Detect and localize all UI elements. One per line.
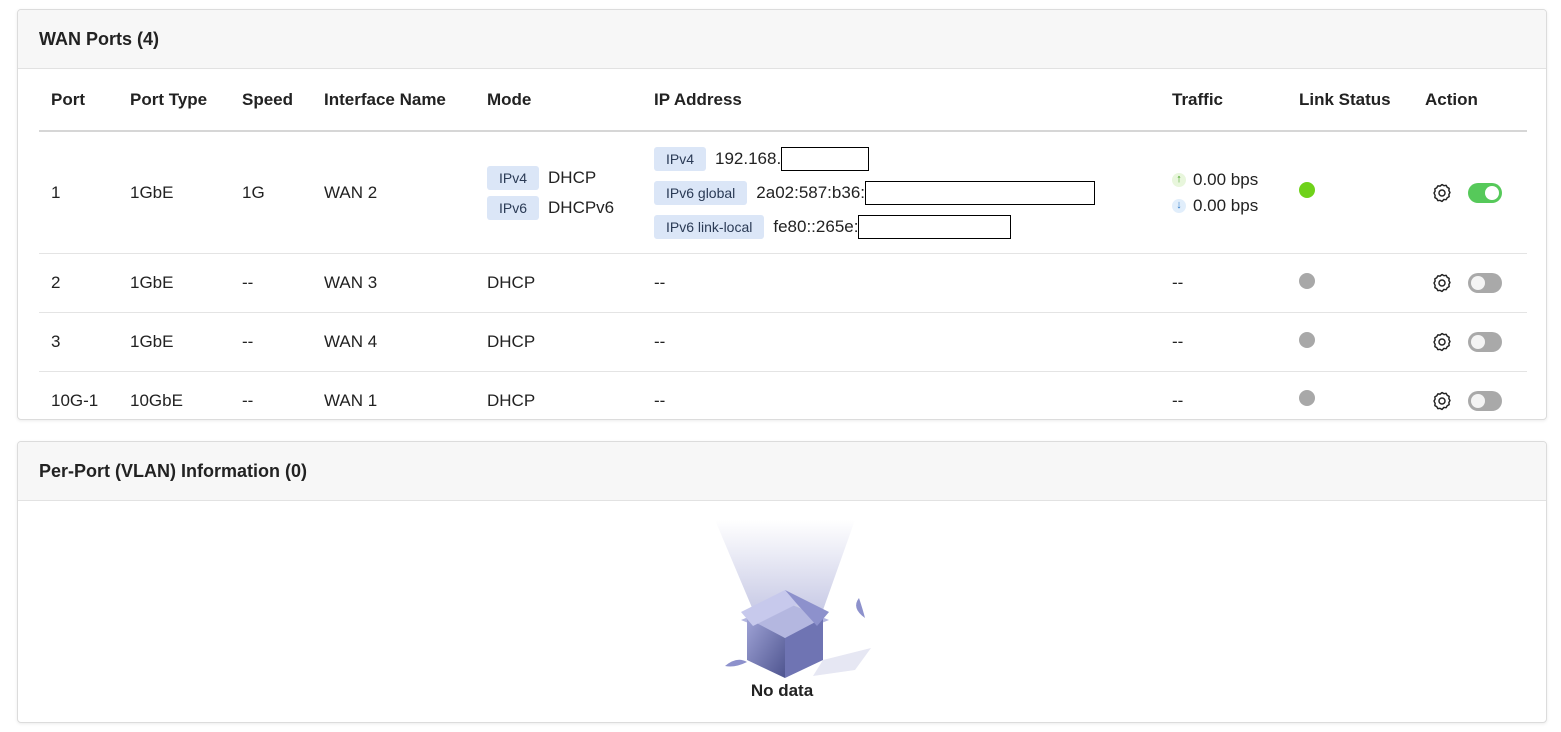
ip-value-ipv6-global: 2a02:587:b36: — [756, 182, 865, 202]
wan-ports-card: WAN Ports (4) Port Port Type Speed Inter… — [17, 9, 1547, 420]
mode-cell: DHCP — [475, 312, 642, 372]
mode-cell: DHCP — [487, 390, 536, 410]
column-header-link-status: Link Status — [1287, 70, 1413, 132]
port-cell: 10G-1 — [51, 390, 99, 410]
traffic-down-value: 0.00 bps — [1193, 195, 1259, 215]
link-status-cell — [1287, 312, 1413, 372]
enable-toggle[interactable] — [1468, 273, 1502, 293]
speed-cell: -- — [242, 390, 254, 410]
speed-cell: -- — [230, 312, 312, 372]
interface-name-cell: WAN 1 — [324, 390, 378, 410]
column-header-mode: Mode — [475, 70, 642, 132]
column-header-port-type: Port Type — [118, 70, 230, 132]
column-header-traffic: Traffic — [1160, 70, 1287, 132]
wan-ports-title: WAN Ports (4) — [18, 10, 1546, 69]
port-type-cell: 10GbE — [130, 390, 183, 410]
action-cell — [1413, 312, 1527, 372]
mode-tag-ipv4: IPv4 — [487, 165, 540, 190]
table-row: 3 1GbE -- WAN 4 DHCP -- -- — [39, 312, 1527, 372]
port-type-cell: 1GbE — [118, 312, 230, 372]
ip-value-ipv4: 192.168. — [715, 148, 782, 168]
ip-address-cell: -- — [642, 312, 1160, 372]
column-header-interface-name: Interface Name — [312, 70, 475, 132]
port-cell: 1 — [39, 131, 118, 254]
ip-tag-ipv6-global: IPv6 global — [654, 180, 748, 205]
table-header-row: Port Port Type Speed Interface Name Mode… — [39, 70, 1527, 132]
speed-cell: 1G — [230, 131, 312, 254]
link-status-cell — [1287, 372, 1413, 420]
ip-address-cell: -- — [642, 253, 1160, 313]
vlan-info-title: Per-Port (VLAN) Information (0) — [18, 442, 1546, 501]
action-cell — [1413, 253, 1527, 313]
gear-icon[interactable] — [1431, 182, 1453, 204]
action-cell — [1413, 131, 1527, 254]
traffic-up-value: 0.00 bps — [1193, 169, 1259, 189]
gear-icon[interactable] — [1431, 390, 1453, 412]
arrow-down-icon: ↓ — [1172, 198, 1186, 213]
redaction-box — [865, 180, 1095, 205]
traffic-cell: -- — [1172, 390, 1184, 410]
column-header-speed: Speed — [230, 70, 312, 132]
empty-state: No data — [18, 502, 1546, 722]
port-type-cell: 1GbE — [118, 131, 230, 254]
empty-box-illustration — [715, 520, 871, 678]
ip-address-cell: -- — [654, 390, 666, 410]
column-header-action: Action — [1413, 70, 1527, 132]
redaction-box — [858, 214, 1012, 239]
speed-cell: -- — [230, 253, 312, 313]
link-status-cell — [1287, 131, 1413, 254]
table-row: 1 1GbE 1G WAN 2 IPv4 DHCP IPv6 DHCPv6 IP… — [39, 131, 1527, 254]
arrow-up-icon: ↑ — [1172, 172, 1186, 187]
traffic-cell: ↑ 0.00 bps ↓ 0.00 bps — [1160, 131, 1287, 254]
traffic-cell: -- — [1160, 253, 1287, 313]
action-cell — [1413, 372, 1527, 420]
ip-address-cell: IPv4 192.168. IPv6 global 2a02:587:b36: … — [642, 131, 1160, 254]
enable-toggle[interactable] — [1468, 182, 1502, 203]
ip-tag-ipv6-link-local: IPv6 link-local — [654, 214, 765, 239]
column-header-port: Port — [39, 70, 118, 132]
wan-ports-table: Port Port Type Speed Interface Name Mode… — [39, 70, 1527, 420]
interface-name-cell: WAN 2 — [312, 131, 475, 254]
table-row: 2 1GbE -- WAN 3 DHCP -- -- — [39, 253, 1527, 313]
mode-tag-ipv6: IPv6 — [487, 195, 540, 220]
mode-value-ipv6: DHCPv6 — [548, 197, 615, 217]
traffic-cell: -- — [1160, 312, 1287, 372]
link-status-cell — [1287, 253, 1413, 313]
port-cell: 2 — [39, 253, 118, 313]
interface-name-cell: WAN 3 — [312, 253, 475, 313]
ip-tag-ipv4: IPv4 — [654, 146, 707, 171]
table-row: 10G-1 10GbE -- WAN 1 DHCP -- -- — [39, 372, 1527, 420]
ip-value-ipv6-link-local: fe80::265e: — [773, 216, 859, 236]
link-status-dot — [1299, 182, 1315, 198]
mode-cell: DHCP — [475, 253, 642, 313]
port-type-cell: 1GbE — [118, 253, 230, 313]
gear-icon[interactable] — [1431, 272, 1453, 294]
link-status-dot — [1299, 390, 1315, 406]
interface-name-cell: WAN 4 — [312, 312, 475, 372]
enable-toggle[interactable] — [1468, 390, 1502, 411]
vlan-info-card: Per-Port (VLAN) Information (0) No data — [17, 441, 1547, 723]
gear-icon[interactable] — [1431, 331, 1453, 353]
column-header-ip-address: IP Address — [642, 70, 1160, 132]
link-status-dot — [1299, 331, 1315, 348]
redaction-box — [781, 146, 870, 171]
empty-state-text: No data — [750, 681, 814, 700]
mode-cell: IPv4 DHCP IPv6 DHCPv6 — [475, 131, 642, 254]
enable-toggle[interactable] — [1468, 332, 1502, 352]
port-cell: 3 — [39, 312, 118, 372]
mode-value-ipv4: DHCP — [548, 167, 597, 187]
link-status-dot — [1299, 272, 1315, 289]
